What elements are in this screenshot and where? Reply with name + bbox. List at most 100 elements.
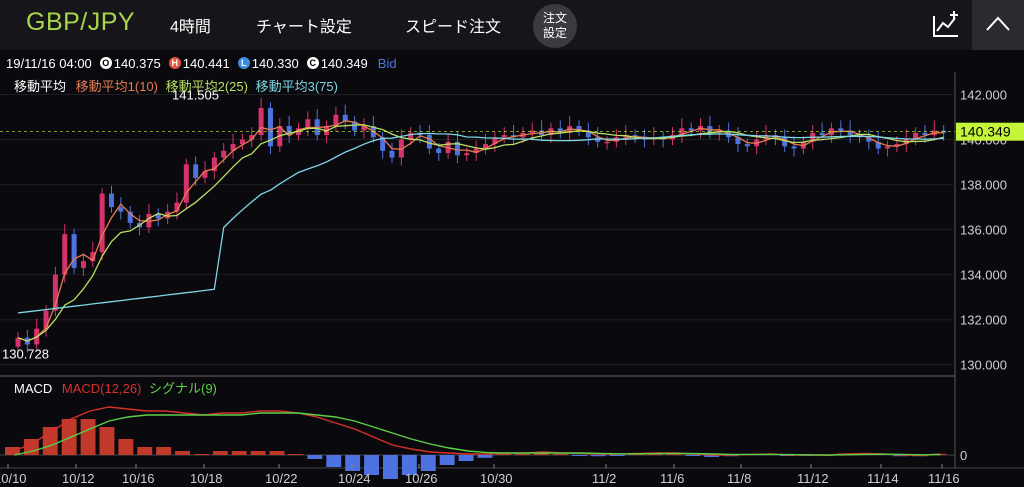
candle-body [389, 150, 395, 158]
price-type-label: Bid [377, 55, 397, 71]
main-chart-legend: 移動平均 移動平均1(10) 移動平均2(25) 移動平均3(75) [14, 76, 338, 95]
macd-histogram-bar [269, 451, 285, 455]
ohlc-close: 140.349 [320, 55, 368, 71]
candle-body [819, 132, 825, 136]
candle-body [426, 135, 432, 149]
order-settings-label-1: 注文 [542, 11, 567, 25]
x-tick-label: 10/16 [122, 471, 155, 486]
candle-body [436, 148, 442, 154]
macd-histogram-bar [42, 427, 58, 455]
x-tick-label: 10/22 [265, 471, 298, 486]
candle-body [80, 261, 86, 268]
y-tick-label: 138.000 [960, 178, 1007, 193]
speed-order-button[interactable]: スピード注文 [405, 13, 501, 37]
timeframe-button[interactable]: 4時間 [170, 13, 211, 37]
macd-histogram-bar [326, 455, 342, 467]
ma3-legend: 移動平均3(75) [255, 79, 338, 94]
currency-pair-selector[interactable]: GBP/JPY [26, 8, 135, 37]
candle-body [791, 146, 797, 149]
macd-histogram-bar [118, 439, 134, 455]
order-settings-label-2: 設定 [542, 26, 567, 40]
order-settings-button[interactable]: 注文 設定 [533, 4, 577, 48]
close-badge-icon: C [306, 57, 319, 69]
macd-histogram-bar [212, 451, 228, 455]
macd-histogram-bar [609, 455, 625, 456]
candle-body [193, 164, 199, 178]
macd-histogram-bar [288, 454, 304, 455]
macd-histogram-bar [156, 447, 172, 455]
ma1-line [17, 120, 944, 342]
chevron-up-icon [986, 16, 1010, 31]
open-badge-icon: O [99, 57, 112, 69]
macd-histogram-bar [231, 451, 247, 455]
signal-line-legend: シグナル(9) [149, 381, 217, 396]
candle-body [604, 141, 610, 144]
ma1-legend: 移動平均1(10) [75, 79, 158, 94]
top-toolbar: GBP/JPY 4時間 チャート設定 スピード注文 注文 設定 [0, 0, 1024, 50]
macd-histogram-bar [383, 455, 398, 479]
macd-histogram-bar [572, 455, 587, 456]
ma2-legend: 移動平均2(25) [165, 79, 248, 94]
candle-body [71, 234, 77, 268]
candle-body [221, 150, 227, 158]
low-annotation: 130.728 [2, 346, 49, 361]
macd-histogram-bar [477, 455, 493, 458]
macd-histogram-bar [80, 419, 96, 455]
ohlc-high: 140.441 [182, 55, 230, 71]
macd-legend-title: MACD [14, 381, 53, 396]
x-tick-label: 10/30 [480, 471, 513, 486]
current-price-label: 140.349 [960, 124, 1011, 140]
macd-histogram-bar [553, 454, 568, 455]
candle-body [43, 310, 49, 329]
price-chart[interactable]: 142.000140.000138.000136.000134.000132.0… [0, 72, 1024, 487]
x-tick-label: 11/12 [797, 471, 829, 486]
candle-body [838, 128, 844, 131]
macd-histogram-bar [439, 455, 455, 465]
x-tick-label: 11/2 [592, 471, 616, 486]
macd-histogram-bar [420, 455, 436, 471]
macd-histogram-bar [194, 454, 209, 455]
x-tick-label: 11/16 [928, 471, 960, 486]
macd-histogram-bar [345, 455, 361, 471]
candle-body [202, 171, 208, 178]
candle-body [501, 135, 507, 138]
candle-body [109, 193, 114, 208]
macd-histogram-bar [590, 455, 606, 457]
macd-histogram-bar [515, 454, 531, 455]
low-badge-icon: L [237, 57, 250, 69]
ma3-line [17, 132, 944, 314]
macd-histogram-bar [458, 455, 474, 461]
y-tick-label: 136.000 [960, 223, 1007, 238]
x-tick-label: 11/8 [727, 471, 751, 486]
collapse-button[interactable] [972, 0, 1024, 50]
macd-histogram-bar [250, 451, 266, 455]
x-tick-label: 11/14 [867, 471, 899, 486]
chart-settings-button[interactable]: チャート設定 [256, 13, 352, 37]
x-tick-label: 10/10 [0, 471, 27, 486]
macd-zero-label: 0 [960, 448, 967, 463]
candle-body [464, 153, 470, 156]
ma2-line [17, 124, 944, 342]
macd-histogram-bar [175, 451, 190, 455]
y-tick-label: 130.000 [960, 358, 1007, 373]
ma-legend-title: 移動平均 [14, 79, 67, 94]
chart-draw-icon[interactable] [926, 6, 966, 44]
candle-body [885, 146, 891, 149]
ohlc-datetime: 19/11/16 04:00 [6, 55, 92, 71]
macd-line-legend: MACD(12,26) [61, 381, 142, 396]
macd-histogram-bar [99, 427, 115, 455]
candle-body [62, 234, 68, 275]
ohlc-readout: 19/11/16 04:00 O 140.375 H 140.441 L 140… [6, 55, 397, 71]
candle-body [258, 108, 264, 136]
y-tick-label: 132.000 [960, 313, 1007, 328]
macd-histogram-bar [137, 447, 153, 455]
macd-line [14, 406, 941, 457]
macd-histogram-bar [496, 454, 512, 455]
high-badge-icon: H [168, 57, 181, 69]
x-tick-label: 10/12 [62, 471, 95, 486]
ohlc-open: 140.375 [113, 55, 161, 71]
y-tick-label: 134.000 [960, 268, 1007, 283]
x-tick-label: 11/6 [660, 471, 684, 486]
x-tick-label: 10/26 [405, 471, 438, 486]
signal-line [14, 412, 941, 456]
